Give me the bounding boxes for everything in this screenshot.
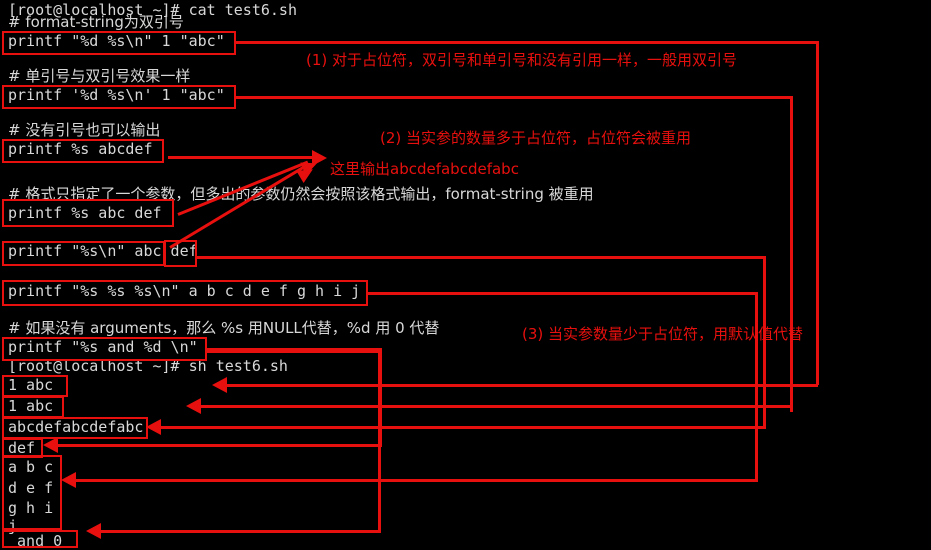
terminal-line-output-5: a b c — [8, 458, 54, 476]
connector-arrow-7 — [61, 472, 76, 488]
connector-line-9-h-top — [206, 350, 381, 353]
terminal-line-printf-3: printf %s abcdef — [8, 140, 153, 158]
connector-line-9-h-bot — [100, 530, 381, 533]
terminal-screenshot: [root@localhost ~]# cat test6.sh # forma… — [0, 0, 931, 550]
annotation-note-3: 这里输出abcdefabcdefabc — [330, 160, 519, 178]
connector-arrow-8 — [43, 437, 58, 453]
connector-arrow-9 — [86, 523, 101, 539]
connector-line-7-v — [755, 292, 758, 482]
connector-line-2-h-bot — [200, 405, 792, 408]
terminal-line-printf-7: printf "%s and %d \n" — [8, 338, 198, 356]
connector-arrow-1 — [212, 377, 227, 393]
connector-arrow-6 — [146, 419, 161, 435]
annotation-note-1: (1) 对于占位符，双引号和单引号和没有引用一样，一般用双引号 — [306, 51, 738, 69]
terminal-line-output-1: 1 abc — [8, 376, 54, 394]
connector-stub-note-1 — [816, 41, 819, 71]
connector-line-8-h-bot — [57, 444, 382, 447]
annotation-note-2: (2) 当实参的数量多于占位符，占位符会被重用 — [380, 129, 692, 147]
connector-line-6-v — [763, 256, 766, 426]
connector-line-6-h-top — [196, 256, 766, 259]
terminal-line-comment-4: # 格式只指定了一个参数，但多出的参数仍然会按照该格式输出，format-str… — [8, 185, 594, 203]
connector-line-3-h — [168, 156, 314, 159]
terminal-line-comment-1: # format-string为双引号 — [8, 13, 184, 31]
connector-line-9-v — [378, 350, 381, 533]
connector-line-1-h-top — [236, 41, 819, 44]
terminal-line-comment-3: # 没有引号也可以输出 — [8, 121, 161, 139]
terminal-line-output-3: abcdefabcdefabc — [8, 418, 144, 436]
connector-line-1-h-bot — [226, 384, 818, 387]
terminal-line-output-9: and 0 — [8, 532, 63, 550]
connector-line-7-h-bot — [75, 479, 758, 482]
terminal-line-printf-1: printf "%d %s\n" 1 "abc" — [8, 32, 225, 50]
terminal-line-prompt-sh: [root@localhost ~]# sh test6.sh — [8, 357, 288, 375]
terminal-line-output-6: d e f — [8, 479, 54, 497]
terminal-line-printf-6: printf "%s %s %s\n" a b c d e f g h i j — [8, 282, 361, 300]
connector-line-2-h-top — [236, 96, 793, 99]
connector-line-1-v — [816, 41, 819, 385]
connector-arrow-2 — [186, 398, 201, 414]
terminal-line-printf-4: printf %s abc def — [8, 204, 162, 222]
terminal-line-comment-5: # 如果没有 arguments，那么 %s 用NULL代替，%d 用 0 代替 — [8, 319, 440, 337]
terminal-line-comment-2: # 单引号与双引号效果一样 — [8, 67, 191, 85]
terminal-line-printf-2: printf '%d %s\n' 1 "abc" — [8, 86, 225, 104]
connector-line-7-h-top — [368, 292, 758, 295]
terminal-line-output-4: def — [8, 439, 36, 457]
terminal-line-output-2: 1 abc — [8, 397, 54, 415]
connector-line-6-h-bot — [160, 426, 766, 429]
connector-line-2-v — [790, 96, 793, 412]
terminal-line-output-7: g h i — [8, 499, 54, 517]
annotation-note-4: (3) 当实参数量少于占位符，用默认值代替 — [522, 325, 804, 343]
